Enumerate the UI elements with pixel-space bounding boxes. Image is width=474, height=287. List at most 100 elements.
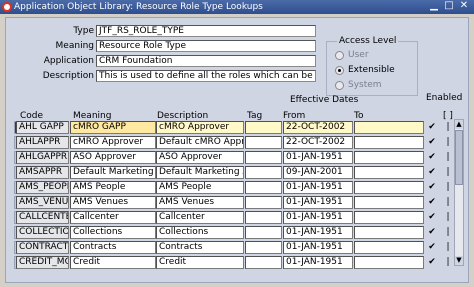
enabled-checkbox[interactable]: ✔ [427,242,437,253]
cell-from[interactable]: 22-OCT-2002 [283,121,353,134]
cell-to[interactable] [354,166,424,179]
cell-meaning[interactable]: Credit [70,256,156,269]
cell-tag[interactable] [245,256,282,269]
radio-system[interactable] [335,81,344,90]
type-field[interactable]: JTF_RS_ROLE_TYPE [96,25,316,37]
lookup-form: Type JTF_RS_ROLE_TYPE Meaning Resource R… [5,17,469,283]
maximize-icon[interactable]: □ [443,0,455,12]
cell-description[interactable]: AMS Venues [156,196,244,209]
cell-from[interactable]: 01-JAN-1951 [283,196,353,209]
cell-code[interactable]: CALLCENTER [16,211,69,224]
cell-to[interactable] [354,256,424,269]
cell-to[interactable] [354,151,424,164]
enabled-bracket: [ ] [443,111,453,121]
enabled-checkbox[interactable]: ✔ [427,137,437,148]
cell-meaning[interactable]: AMS Venues [70,196,156,209]
cell-description[interactable]: Credit [156,256,244,269]
cell-from[interactable]: 01-JAN-1951 [283,256,353,269]
enabled-checkbox[interactable]: ✔ [427,197,437,208]
cell-code[interactable]: COLLECTIONS [16,226,69,239]
cell-meaning[interactable]: Callcenter [70,211,156,224]
cell-from[interactable]: 09-JAN-2001 [283,166,353,179]
scroll-down-icon[interactable]: ▼ [455,256,463,265]
cell-tag[interactable] [245,121,282,134]
cell-meaning[interactable]: cMRO GAPP [70,121,156,134]
cell-description[interactable]: cMRO Approver [156,121,244,134]
description-field[interactable]: This is used to define all the roles whi… [96,70,316,82]
cell-description[interactable]: ASO Approver [156,151,244,164]
cell-meaning[interactable]: Default Marketing App [70,166,156,179]
cell-description[interactable]: AMS People [156,181,244,194]
cell-tag[interactable] [245,241,282,254]
cell-to[interactable] [354,121,424,134]
close-icon[interactable]: ✕ [458,0,470,12]
radio-extensible[interactable] [335,66,344,75]
cell-meaning[interactable]: Collections [70,226,156,239]
cell-tag[interactable] [245,136,282,149]
cell-from[interactable]: 01-JAN-1951 [283,211,353,224]
cell-meaning[interactable]: Contracts [70,241,156,254]
table-scrollbar[interactable]: ▲ ▼ [454,119,464,266]
cell-tag[interactable] [245,226,282,239]
enabled-checkbox[interactable]: ✔ [427,182,437,193]
cell-code[interactable]: CONTRACTS [16,241,69,254]
enabled-checkbox[interactable]: ✔ [427,257,437,268]
effective-dates-header: Effective Dates [290,95,359,105]
minimize-icon[interactable]: ▁ [428,0,440,12]
enabled-checkbox[interactable]: ✔ [427,212,437,223]
cell-to[interactable] [354,196,424,209]
scroll-up-icon[interactable]: ▲ [455,120,463,129]
cell-tag[interactable] [245,181,282,194]
cell-code[interactable]: AMS_PEOPLI [16,181,69,194]
meaning-field[interactable]: Resource Role Type [96,40,316,52]
radio-extensible-label: Extensible [348,65,395,75]
window-titlebar: Application Object Library: Resource Rol… [0,0,474,14]
type-label: Type [73,26,94,36]
cell-meaning[interactable]: cMRO Approver [70,136,156,149]
radio-user[interactable] [335,51,344,60]
window-title: Application Object Library: Resource Rol… [14,2,263,12]
col-from: From [283,111,306,121]
oracle-o-icon [2,2,12,12]
cell-from[interactable]: 01-JAN-1951 [283,241,353,254]
cell-description[interactable]: Collections [156,226,244,239]
row-divider: | [446,227,450,237]
cell-description[interactable]: Default Marketing Appro [156,166,244,179]
cell-tag[interactable] [245,211,282,224]
cell-to[interactable] [354,241,424,254]
cell-meaning[interactable]: ASO Approver [70,151,156,164]
enabled-checkbox[interactable]: ✔ [427,122,437,133]
cell-to[interactable] [354,181,424,194]
cell-description[interactable]: Contracts [156,241,244,254]
col-description: Description [157,111,209,121]
cell-code[interactable]: AMSAPPR [16,166,69,179]
col-tag: Tag [247,111,263,121]
cell-to[interactable] [354,136,424,149]
cell-from[interactable]: 01-JAN-1951 [283,181,353,194]
cell-to[interactable] [354,226,424,239]
row-divider: | [446,197,450,207]
cell-description[interactable]: Default cMRO Approver [156,136,244,149]
radio-user-label: User [348,50,369,60]
enabled-checkbox[interactable]: ✔ [427,152,437,163]
cell-code[interactable]: AMS_VENUE [16,196,69,209]
cell-code[interactable]: AHLAPPR [16,136,69,149]
description-label: Description [42,71,94,81]
cell-description[interactable]: Callcenter [156,211,244,224]
cell-tag[interactable] [245,151,282,164]
cell-from[interactable]: 01-JAN-1951 [283,151,353,164]
enabled-checkbox[interactable]: ✔ [427,167,437,178]
cell-code[interactable]: AHLGAPPR [16,151,69,164]
enabled-checkbox[interactable]: ✔ [427,227,437,238]
cell-to[interactable] [354,211,424,224]
cell-code[interactable]: CREDIT_MGM [16,256,69,269]
cell-tag[interactable] [245,166,282,179]
scroll-thumb[interactable] [455,130,463,185]
cell-meaning[interactable]: AMS People [70,181,156,194]
cell-code[interactable]: AHL GAPP [16,121,69,134]
cell-from[interactable]: 01-JAN-1951 [283,226,353,239]
cell-from[interactable]: 22-OCT-2002 [283,136,353,149]
cell-tag[interactable] [245,196,282,209]
application-field[interactable]: CRM Foundation [96,55,316,67]
row-divider: | [446,152,450,162]
